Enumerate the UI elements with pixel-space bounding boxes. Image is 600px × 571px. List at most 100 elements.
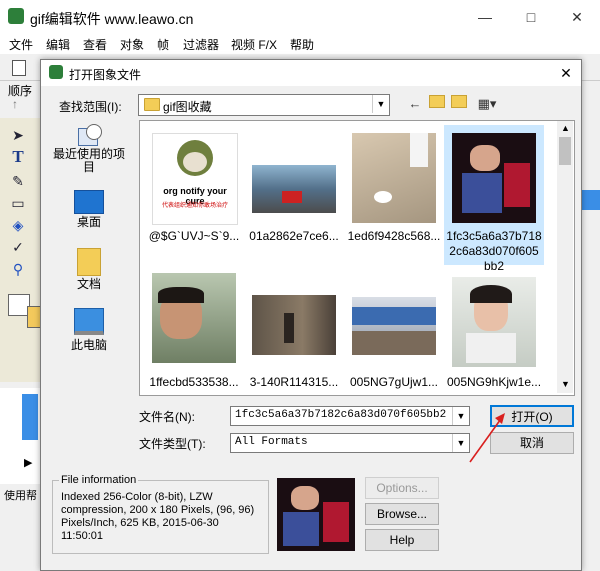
dialog-close-icon[interactable]: ✕ [555,62,577,84]
scroll-up-icon[interactable]: ▲ [561,123,570,133]
file-type-select[interactable]: All Formats ▼ [230,433,470,453]
fill-tool-icon[interactable]: ◈ [9,216,27,234]
file-name: 1fc3c5a6a37b7182c6a83d070f605bb2 [446,229,542,273]
open-button[interactable]: 打开(O) [490,405,574,427]
desktop-icon [74,190,104,214]
chevron-down-icon[interactable]: ▼ [452,434,469,452]
minimize-icon[interactable]: — [462,0,508,34]
file-thumbnail [152,273,236,363]
file-thumbnail: org notify your cure 代表组织通知你敢场治疗 [152,133,238,225]
place-this-pc-label: 此电脑 [70,338,107,352]
scroll-thumb[interactable] [559,137,571,165]
recent-items-icon [76,124,102,148]
up-arrow-icon[interactable]: ↑ [12,97,18,111]
background-color-swatch[interactable] [27,306,41,328]
browse-button[interactable]: Browse... [365,503,439,525]
menu-filter[interactable]: 过滤器 [183,36,219,53]
up-folder-icon[interactable] [427,95,447,113]
file-thumbnail [252,295,336,355]
folder-icon [144,98,160,111]
place-desktop-label: 桌面 [76,215,101,229]
look-in-value: gif图收藏 [163,100,212,114]
file-item[interactable]: 005NG7gUjw1... [344,271,444,395]
look-in-select[interactable]: gif图收藏 ▼ [138,94,390,116]
play-icon[interactable]: ▶ [24,456,32,469]
places-bar: 最近使用的项目 桌面 文档 此电脑 [48,120,130,390]
file-type-label: 文件类型(T): [139,437,206,451]
help-button[interactable]: Help [365,529,439,551]
zoom-tool-icon[interactable]: ⚲ [9,260,27,278]
file-name-input[interactable]: 1fc3c5a6a37b7182c6a83d070f605bb2 ▼ [230,406,470,426]
file-thumbnail [252,165,336,213]
frame-panel: ▶ [0,388,41,484]
file-name: 01a2862e7ce6... [249,229,339,243]
status-text: 使用帮 [4,490,37,502]
file-name: 005NG7gUjw1... [349,375,439,389]
file-thumbnail [352,297,436,355]
file-list: org notify your cure 代表组织通知你敢场治疗 @$G`UVJ… [139,120,575,396]
menu-frame[interactable]: 帧 [157,36,169,53]
menu-help[interactable]: 帮助 [290,36,314,53]
text-tool-icon[interactable]: T [9,148,27,166]
dialog-title: 打开图象文件 [69,68,142,82]
open-image-dialog: 打开图象文件 ✕ 查找范围(I): gif图收藏 ▼ ← ▦▾ 最近使用的项目 … [40,59,582,571]
file-name: 1ffecbd533538... [149,375,239,389]
file-information-group: File information Indexed 256-Color (8-bi… [52,474,269,554]
menu-file[interactable]: 文件 [9,36,33,53]
back-icon[interactable]: ← [405,95,425,113]
file-information-title: File information [59,474,139,486]
file-item[interactable]: org notify your cure 代表组织通知你敢场治疗 @$G`UVJ… [144,125,244,265]
file-list-scrollbar[interactable]: ▲ ▼ [557,121,573,393]
tool-panel: ➤ T ✎ ▭ ◈ ✓ ⚲ [0,118,41,382]
file-name-label: 文件名(N): [139,410,195,424]
canvas-edge [579,190,600,210]
look-in-label: 查找范围(I): [59,100,122,114]
menu-video-fx[interactable]: 视频 F/X [231,36,277,53]
file-name: @$G`UVJ~S`9... [148,229,240,243]
place-recent[interactable]: 最近使用的项目 [48,124,130,174]
dialog-app-icon [49,65,63,79]
place-documents-label: 文档 [76,277,101,291]
frame-thumb[interactable] [22,394,38,440]
new-folder-icon[interactable] [449,95,469,113]
maximize-icon[interactable]: □ [508,0,554,34]
menu-object[interactable]: 对象 [120,36,144,53]
file-item[interactable]: 1ffecbd533538... [144,271,244,395]
place-desktop[interactable]: 桌面 [48,190,130,229]
menu-view[interactable]: 查看 [83,36,107,53]
file-name: 1ed6f9428c568... [347,229,441,243]
file-item-selected[interactable]: 1fc3c5a6a37b7182c6a83d070f605bb2 [444,125,544,273]
thumb-subcaption: 代表组织通知你敢场治疗 [161,203,228,209]
cancel-button[interactable]: 取消 [490,432,574,454]
new-file-icon[interactable] [12,60,26,76]
file-thumbnail [452,133,536,223]
close-icon[interactable]: ✕ [554,0,600,34]
pointer-tool-icon[interactable]: ➤ [9,126,27,144]
menu-edit[interactable]: 编辑 [46,36,70,53]
place-documents[interactable]: 文档 [48,248,130,291]
file-info-line: Indexed 256-Color (8-bit), LZW [61,491,213,503]
file-item[interactable]: 1ed6f9428c568... [344,125,444,265]
file-type-value: All Formats [235,436,308,448]
file-item[interactable]: 01a2862e7ce6... [244,125,344,265]
app-title: gif编辑软件 www.leawo.cn [30,11,194,27]
place-recent-label: 最近使用的项目 [52,147,125,174]
file-thumbnail [352,133,436,223]
file-name-value: 1fc3c5a6a37b7182c6a83d070f605bb2 [235,409,447,421]
chevron-down-icon[interactable]: ▼ [452,407,469,425]
eraser-tool-icon[interactable]: ▭ [9,194,27,212]
file-information-text: Indexed 256-Color (8-bit), LZW compressi… [61,491,261,543]
options-button[interactable]: Options... [365,477,439,499]
view-menu-icon[interactable]: ▦▾ [473,95,501,113]
place-this-pc[interactable]: 此电脑 [48,308,130,352]
file-info-line: 11:50:01 [61,530,104,542]
file-item[interactable]: 005NG9hKjw1e... [444,271,544,395]
chevron-down-icon[interactable]: ▼ [372,95,389,113]
scroll-down-icon[interactable]: ▼ [561,379,570,389]
file-item[interactable]: 3-140R114315... [244,271,344,395]
file-info-line: Pixels/Inch, 625 KB, 2015-06-30 [61,517,219,529]
file-name: 3-140R114315... [249,375,339,389]
brush-tool-icon[interactable]: ✎ [9,172,27,190]
app-menubar: 文件 编辑 查看 对象 帧 过滤器 视频 F/X 帮助 [0,34,600,54]
eyedropper-tool-icon[interactable]: ✓ [9,238,27,256]
